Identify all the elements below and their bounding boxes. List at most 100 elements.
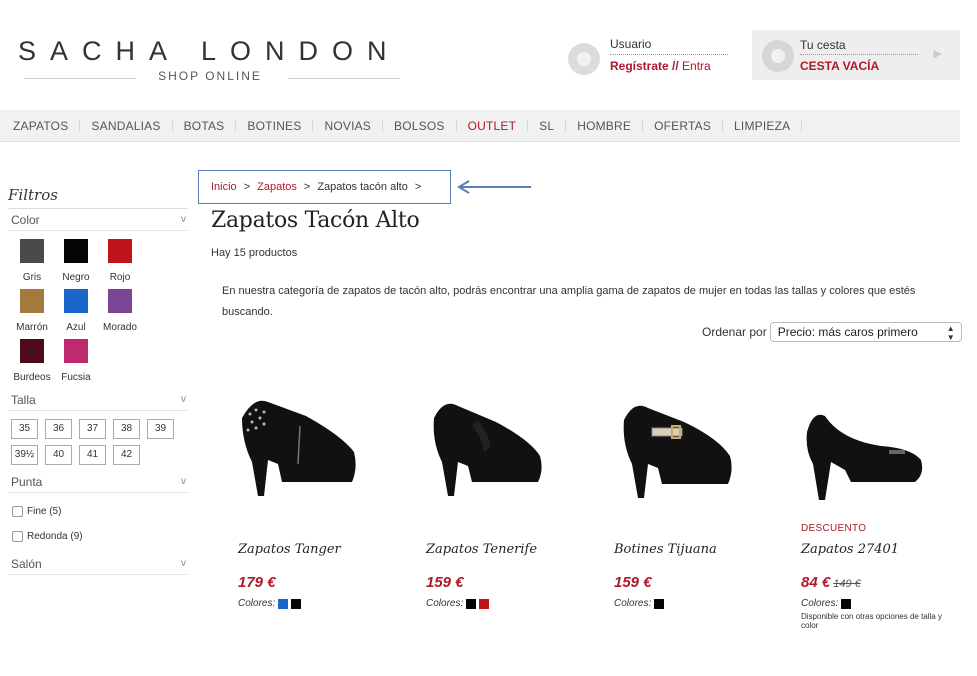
nav-item-ofertas[interactable]: OFERTAS [643,119,724,132]
color-swatch-label: Morado [103,322,137,333]
filter-size-label: Talla [11,393,36,407]
size-option[interactable]: 40 [45,445,72,465]
checkbox[interactable] [12,506,23,517]
filter-heel-label: Salón [11,557,42,571]
color-swatch-label: Gris [22,272,42,283]
current-price: 84 € [801,574,831,591]
nav-item-hombre[interactable]: HOMBRE [566,119,644,132]
color-swatch-marron[interactable]: Marrón [10,289,54,333]
filter-heel-header[interactable]: Salón v [8,553,188,575]
chevron-down-icon: v [181,476,186,487]
sort-selected-value: Precio: más caros primero [777,325,918,339]
size-option[interactable]: 39 [147,419,174,439]
color-dot [291,598,302,609]
size-option[interactable]: 36 [45,419,72,439]
size-option[interactable]: 42 [113,445,140,465]
color-dot [278,598,289,609]
nav-item-outlet[interactable]: OUTLET [457,119,529,132]
nav-item-zapatos[interactable]: ZAPATOS [2,119,81,132]
discount-badge: DESCUENTO [801,523,867,534]
color-swatch-negro[interactable]: Negro [54,239,98,283]
breadcrumb-current: Zapatos tacón alto [317,181,408,193]
nav-item-bolsos[interactable]: BOLSOS [383,119,457,132]
size-option[interactable]: 38 [113,419,140,439]
size-option[interactable]: 35 [11,419,38,439]
sort-select[interactable]: Precio: más caros primero ▲ ▼ [769,322,962,342]
product-colors-label: Colores: [614,598,652,609]
logo-wordmark: SACHA LONDON [18,36,401,66]
color-swatch-box [20,339,44,363]
nav-item-sl[interactable]: SL [528,119,567,132]
product-image[interactable] [238,390,418,510]
color-swatches: Gris Negro Rojo Marrón Azul Morado Burde… [8,231,188,389]
color-swatch-box [64,339,88,363]
color-dot [841,598,852,609]
product-price: 84 €149 € [801,574,861,591]
main-nav: ZAPATOS SANDALIAS BOTAS BOTINES NOVIAS B… [0,110,960,142]
filter-toe-label: Punta [11,475,43,489]
breadcrumb-home-link[interactable]: Inicio [211,181,237,193]
register-link[interactable]: Regístrate [610,59,669,73]
product-price: 159 € [426,574,464,591]
toe-options: Fine (5) Redonda (9) [8,493,188,553]
checkbox-label: Redonda (9) [27,531,83,542]
chevron-down-icon: v [181,558,186,569]
product-colors-label: Colores: [426,598,464,609]
filter-size-header[interactable]: Talla v [8,389,188,411]
color-swatch-morado[interactable]: Morado [98,289,142,333]
color-swatch-box [108,289,132,313]
product-name[interactable]: Zapatos 27401 [801,542,899,557]
size-options: 35 36 37 38 39 39½ 40 41 42 [8,411,188,471]
filter-color-label: Color [11,213,40,227]
nav-item-botas[interactable]: BOTAS [173,119,237,132]
color-swatch-fucsia[interactable]: Fucsia [54,339,98,383]
filter-color-header[interactable]: Color v [8,209,188,231]
product-name[interactable]: Zapatos Tenerife [426,542,537,557]
size-option[interactable]: 41 [79,445,106,465]
color-swatch-rojo[interactable]: Rojo [98,239,142,283]
filters-title: Filtros [8,186,188,209]
color-swatch-label: Rojo [109,272,131,283]
size-option[interactable]: 37 [79,419,106,439]
link-separator: // [672,59,679,73]
filters-sidebar: Filtros Color v Gris Negro Rojo Marrón A… [8,186,188,575]
color-swatch-azul[interactable]: Azul [54,289,98,333]
color-swatch-box [20,289,44,313]
filter-toe-header[interactable]: Punta v [8,471,188,493]
size-option[interactable]: 39½ [11,445,38,465]
old-price: 149 € [833,578,861,590]
checkbox-label: Fine (5) [27,506,62,517]
breadcrumb-separator: > [303,181,311,193]
chevron-down-icon: v [181,214,186,225]
cart-box[interactable]: Tu cesta CESTA VACÍA ▶ [752,30,960,80]
login-link[interactable]: Entra [682,59,711,73]
product-count: Hay 15 productos [211,247,298,259]
product-image[interactable] [614,390,794,510]
site-logo[interactable]: SACHA LONDON SHOP ONLINE [18,36,402,87]
breadcrumb-category-link[interactable]: Zapatos [257,181,297,193]
checkbox[interactable] [12,531,23,542]
user-icon [568,43,600,75]
nav-item-limpieza[interactable]: LIMPIEZA [723,119,803,132]
color-swatch-box [64,239,88,263]
cart-label: Tu cesta [800,38,846,52]
color-swatch-box [20,239,44,263]
nav-item-botines[interactable]: BOTINES [236,119,314,132]
toe-option-redonda[interactable]: Redonda (9) [12,524,188,549]
nav-item-novias[interactable]: NOVIAS [313,119,384,132]
product-name[interactable]: Zapatos Tanger [238,542,341,557]
product-name[interactable]: Botines Tijuana [614,542,717,557]
product-colors: Colores: [801,598,852,609]
toe-option-fine[interactable]: Fine (5) [12,499,188,524]
user-account-box: Usuario Regístrate // Entra [562,32,734,80]
product-image[interactable] [426,390,606,510]
cart-bag-icon [762,40,794,72]
color-swatch-label: Azul [66,322,86,333]
nav-item-sandalias[interactable]: SANDALIAS [80,119,173,132]
color-swatch-burdeos[interactable]: Burdeos [10,339,54,383]
product-image[interactable] [801,390,977,510]
color-swatch-label: Marrón [16,322,48,333]
product-colors-label: Colores: [801,598,839,609]
color-swatch-gris[interactable]: Gris [10,239,54,283]
color-swatch-box [108,239,132,263]
